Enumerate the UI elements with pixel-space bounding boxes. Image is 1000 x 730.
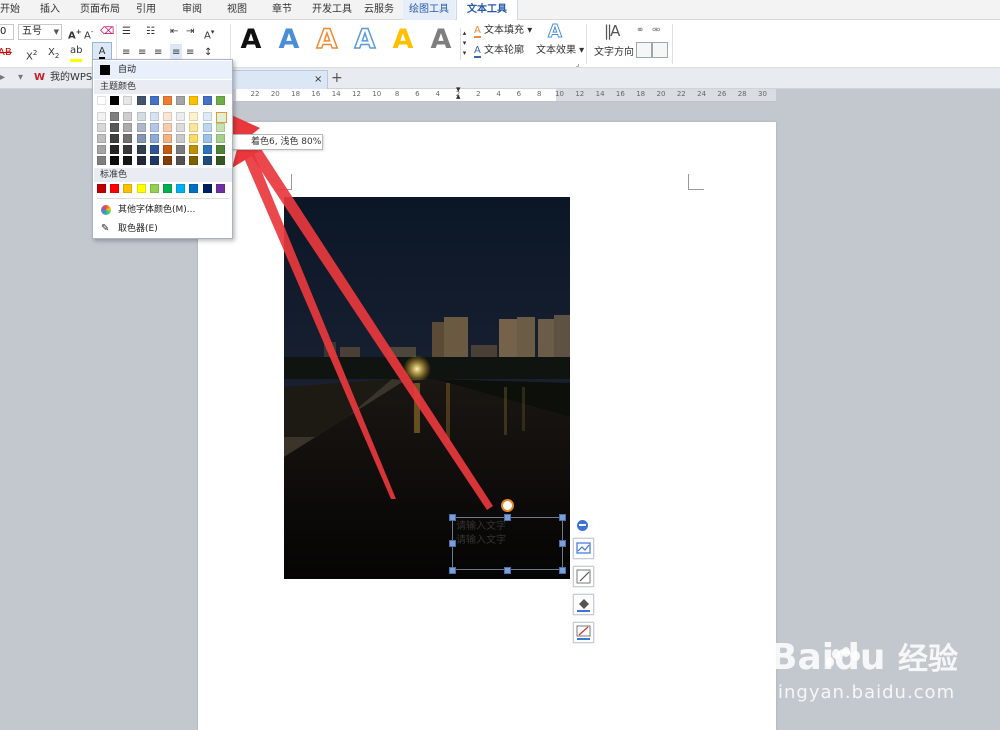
watermark-brand: Bai du 经验 bbox=[770, 638, 958, 680]
theme-shade-swatch[interactable] bbox=[215, 112, 227, 123]
theme-shade-swatch[interactable] bbox=[123, 156, 133, 165]
theme-shade-swatch[interactable] bbox=[97, 156, 106, 165]
theme-shade-swatch[interactable] bbox=[215, 156, 225, 165]
standard-color-swatch[interactable] bbox=[110, 184, 120, 193]
theme-shade-swatch[interactable] bbox=[149, 112, 159, 121]
theme-color-swatch[interactable] bbox=[176, 96, 186, 105]
theme-shade-swatch[interactable] bbox=[163, 145, 172, 154]
theme-shade-swatch[interactable] bbox=[149, 123, 159, 132]
theme-color-swatch[interactable] bbox=[215, 96, 225, 105]
standard-color-swatch[interactable] bbox=[215, 184, 225, 193]
theme-shade-swatch[interactable] bbox=[136, 123, 146, 132]
color-wheel-icon bbox=[101, 205, 111, 215]
theme-shade-swatch[interactable] bbox=[97, 134, 106, 143]
red-arrow-right bbox=[246, 141, 493, 510]
theme-shade-swatch[interactable] bbox=[215, 134, 225, 143]
standard-color-swatch[interactable] bbox=[136, 184, 146, 193]
theme-shade-swatch[interactable] bbox=[202, 123, 212, 132]
eyedropper-icon: ✎ bbox=[101, 223, 110, 234]
theme-shade-swatch[interactable] bbox=[189, 134, 199, 143]
theme-shade-swatch[interactable] bbox=[136, 156, 146, 165]
standard-color-swatch[interactable] bbox=[189, 184, 199, 193]
eyedropper-label: 取色器(E) bbox=[118, 224, 158, 234]
baidu-jingyan-watermark: Bai du 经验 jingyan.baidu.com bbox=[770, 622, 990, 722]
theme-color-swatch[interactable] bbox=[163, 96, 172, 105]
standard-color-swatch[interactable] bbox=[97, 184, 106, 193]
theme-shade-swatch[interactable] bbox=[176, 134, 186, 143]
theme-shade-swatch[interactable] bbox=[97, 112, 106, 121]
theme-shade-swatch[interactable] bbox=[136, 145, 146, 154]
theme-color-swatch[interactable] bbox=[149, 96, 159, 105]
theme-shade-swatch[interactable] bbox=[123, 112, 133, 121]
theme-shade-swatch[interactable] bbox=[136, 134, 146, 143]
theme-shade-swatch[interactable] bbox=[123, 145, 133, 154]
standard-color-swatch[interactable] bbox=[149, 184, 159, 193]
theme-shade-swatch[interactable] bbox=[123, 134, 133, 143]
theme-shade-swatch[interactable] bbox=[97, 145, 106, 154]
theme-shade-swatch[interactable] bbox=[110, 123, 120, 132]
theme-shade-swatch[interactable] bbox=[110, 134, 120, 143]
theme-shade-swatch[interactable] bbox=[189, 123, 199, 132]
more-colors-label: 其他字体颜色(M)... bbox=[118, 205, 196, 215]
theme-shade-swatch[interactable] bbox=[97, 123, 106, 132]
theme-color-swatch[interactable] bbox=[136, 96, 146, 105]
theme-shade-swatch[interactable] bbox=[163, 123, 172, 132]
divider bbox=[97, 198, 229, 199]
color-tooltip: 着色6, 浅色 80% bbox=[228, 134, 323, 150]
theme-shade-swatch[interactable] bbox=[176, 145, 186, 154]
theme-shade-swatch[interactable] bbox=[202, 156, 212, 165]
theme-color-swatch[interactable] bbox=[123, 96, 133, 105]
theme-color-swatch[interactable] bbox=[110, 96, 120, 105]
theme-shade-swatch[interactable] bbox=[163, 134, 172, 143]
watermark-cn-text: 经验 bbox=[898, 642, 959, 677]
theme-color-swatch[interactable] bbox=[202, 96, 212, 105]
theme-shade-swatch[interactable] bbox=[176, 123, 186, 132]
theme-shade-swatch[interactable] bbox=[110, 112, 120, 121]
standard-color-swatch[interactable] bbox=[123, 184, 133, 193]
theme-shade-swatch[interactable] bbox=[215, 123, 225, 132]
theme-colors-header: 主题颜色 bbox=[94, 80, 232, 94]
theme-color-swatch[interactable] bbox=[189, 96, 199, 105]
standard-color-swatch[interactable] bbox=[176, 184, 186, 193]
theme-shade-swatch[interactable] bbox=[149, 134, 159, 143]
auto-color-label: 自动 bbox=[118, 65, 137, 75]
standard-color-swatch[interactable] bbox=[202, 184, 212, 193]
theme-shade-swatch[interactable] bbox=[176, 112, 186, 121]
theme-shade-swatch[interactable] bbox=[149, 145, 159, 154]
standard-color-swatch[interactable] bbox=[163, 184, 172, 193]
more-colors-item[interactable]: 其他字体颜色(M)... bbox=[94, 201, 232, 219]
eyedropper-item[interactable]: ✎ 取色器(E) bbox=[94, 220, 232, 238]
theme-shade-swatch[interactable] bbox=[189, 112, 199, 121]
theme-shade-swatch[interactable] bbox=[202, 145, 212, 154]
theme-shade-swatch[interactable] bbox=[189, 145, 199, 154]
watermark-url: jingyan.baidu.com bbox=[772, 682, 956, 703]
theme-shade-swatch[interactable] bbox=[110, 156, 120, 165]
theme-color-swatch[interactable] bbox=[97, 96, 106, 105]
auto-color-swatch bbox=[100, 65, 110, 75]
theme-shade-swatch[interactable] bbox=[123, 123, 133, 132]
theme-shade-swatch[interactable] bbox=[163, 156, 172, 165]
watermark-brand-text: Bai bbox=[770, 637, 835, 678]
theme-shade-swatch[interactable] bbox=[176, 156, 186, 165]
theme-shade-swatch[interactable] bbox=[202, 112, 212, 121]
theme-shade-swatch[interactable] bbox=[189, 156, 199, 165]
theme-shade-swatch[interactable] bbox=[110, 145, 120, 154]
auto-color-item[interactable]: 自动 bbox=[94, 61, 232, 79]
theme-shade-swatch[interactable] bbox=[136, 112, 146, 121]
font-color-dropdown: 自动 主题颜色 标准色 其他字体颜色(M)... ✎ 取色器(E) bbox=[92, 59, 233, 239]
theme-shade-swatch[interactable] bbox=[202, 134, 212, 143]
theme-shade-swatch[interactable] bbox=[215, 145, 225, 154]
standard-colors-header: 标准色 bbox=[94, 168, 232, 182]
theme-shade-swatch[interactable] bbox=[163, 112, 172, 121]
theme-shade-swatch[interactable] bbox=[149, 156, 159, 165]
